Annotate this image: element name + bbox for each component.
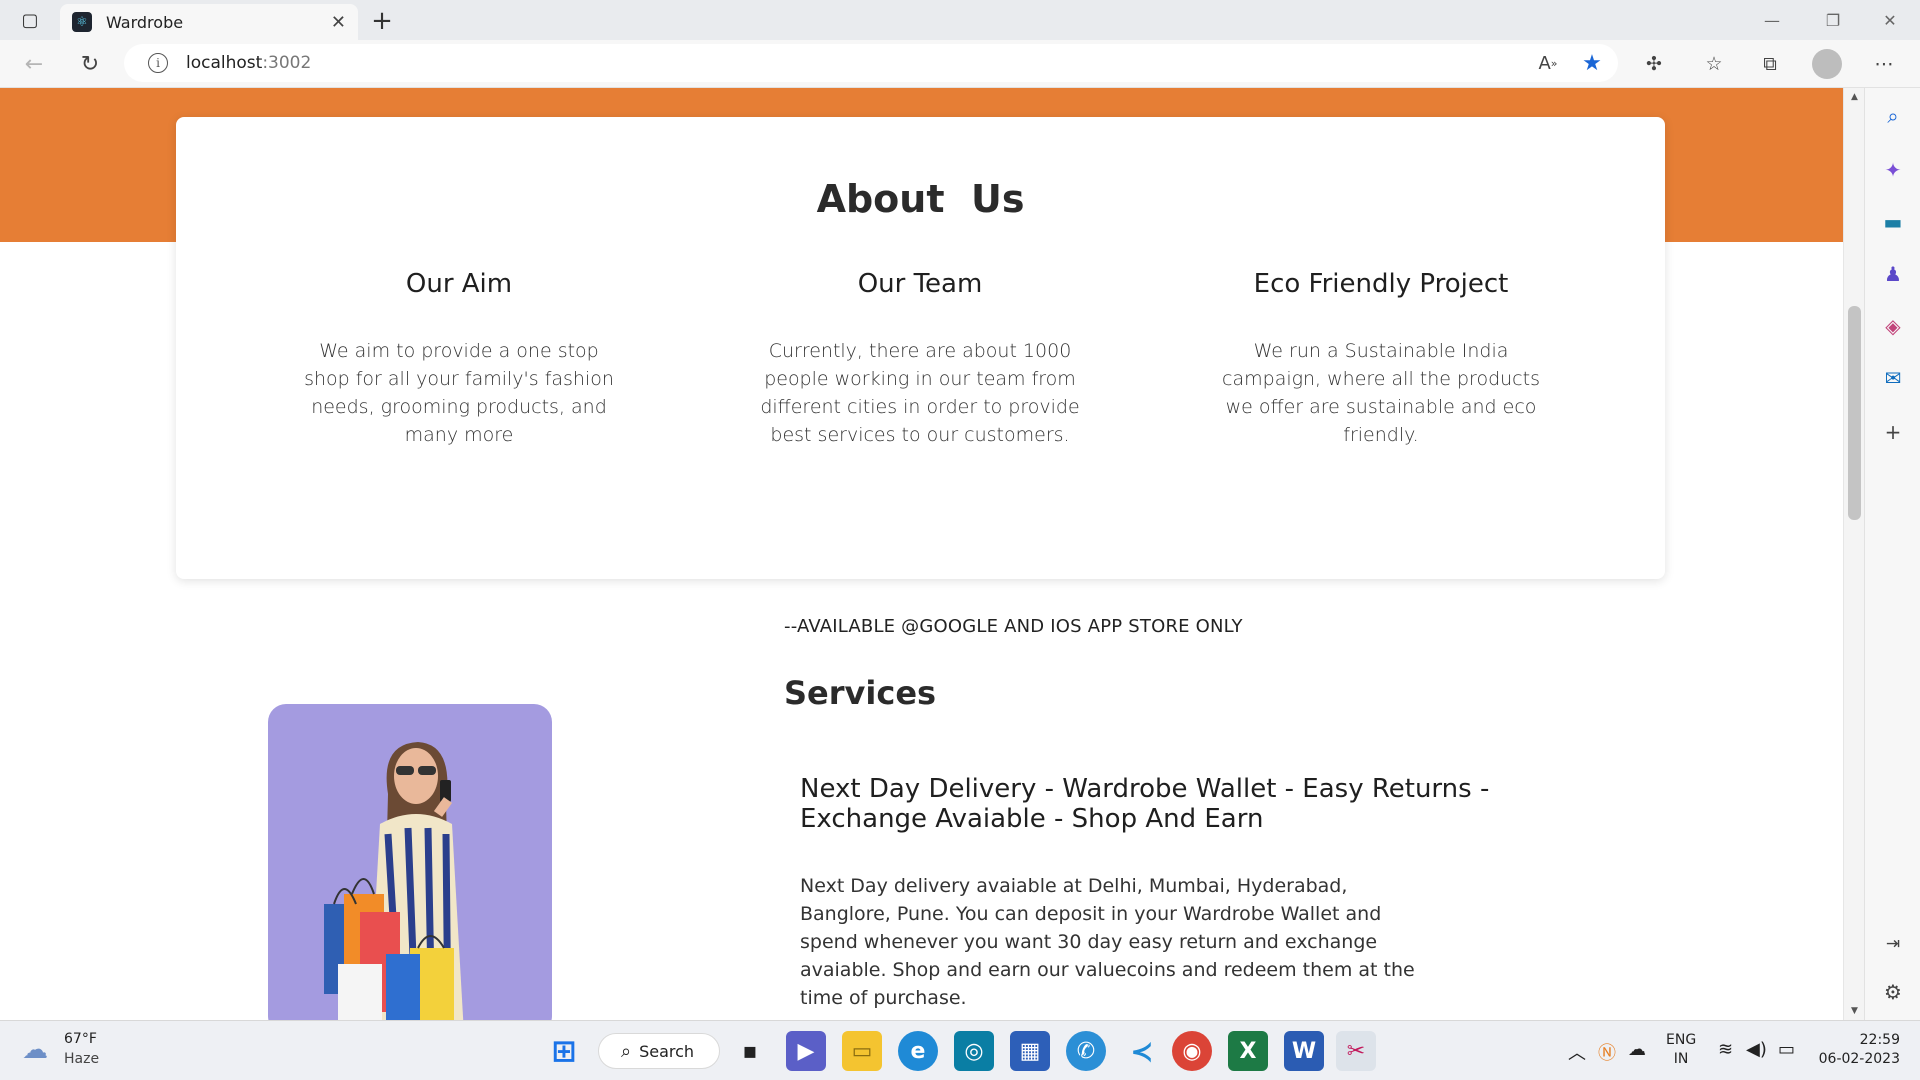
chrome-icon[interactable]: ◉ [1172, 1031, 1212, 1071]
tools-icon[interactable]: ▬ [1875, 204, 1911, 240]
address-bar[interactable]: i localhost:3002 A» ★ [124, 44, 1618, 82]
taskbar-search[interactable]: ⌕ Search [598, 1033, 720, 1069]
weather-haze-icon[interactable]: ☁ [22, 1035, 56, 1065]
collections-icon[interactable]: ⧉ [1752, 48, 1788, 80]
services-description: Next Day delivery avaiable at Delhi, Mum… [800, 875, 1415, 1009]
add-icon[interactable]: + [1875, 414, 1911, 450]
excel-icon[interactable]: X [1228, 1031, 1268, 1071]
edge-sidebar: ⌕ ✦ ▬ ♟ ◈ ✉ + ⇥ ⚙ [1864, 88, 1920, 1020]
about-column-eco: Eco Friendly Project We run a Sustainabl… [1221, 269, 1541, 449]
browser-titlebar: ▢ ⚛ Wardrobe ✕ + — ❐ ✕ [0, 0, 1920, 40]
page-viewport: About Us Our Aim We aim to provide a one… [0, 88, 1843, 1020]
about-column-text: We run a Sustainable India campaign, whe… [1222, 340, 1540, 446]
vscode-icon[interactable]: ≺ [1122, 1031, 1162, 1071]
language-line-2: IN [1673, 1051, 1689, 1067]
store-icon[interactable]: ▦ [1010, 1031, 1050, 1071]
services-title: Services [784, 674, 937, 712]
react-favicon-icon: ⚛ [72, 12, 92, 32]
address-bar-row: ← ↻ i localhost:3002 A» ★ [0, 40, 1920, 88]
app-store-availability: --AVAILABLE @GOOGLE AND IOS APP STORE ON… [784, 616, 1243, 637]
about-column-text: Currently, there are about 1000 people w… [760, 340, 1080, 446]
system-clock[interactable]: 22:59 06-02-2023 [1818, 1031, 1900, 1069]
tab-close-icon[interactable]: ✕ [331, 12, 346, 33]
settings-gear-icon[interactable]: ⚙ [1875, 974, 1911, 1010]
windows-taskbar: ☁ 67°F Haze ⊞ ⌕ Search ▪ ▶ ▭ e ◎ ▦ ✆ ≺ ◉… [0, 1020, 1920, 1080]
services-subtitle: Next Day Delivery - Wardrobe Wallet - Ea… [800, 774, 1490, 834]
scroll-up-arrow-icon[interactable]: ▲ [1844, 88, 1865, 106]
about-column-team: Our Team Currently, there are about 1000… [760, 269, 1080, 449]
wifi-icon[interactable]: ≋ [1718, 1039, 1733, 1060]
tab-actions-icon[interactable]: ▢ [14, 9, 46, 31]
tray-overflow-chevron-icon[interactable]: ︿ [1568, 1039, 1586, 1065]
language-line-1: ENG [1666, 1032, 1697, 1048]
onedrive-icon[interactable]: ☁ [1628, 1039, 1646, 1060]
weather-description[interactable]: Haze [64, 1051, 99, 1067]
clock-date: 06-02-2023 [1818, 1051, 1900, 1067]
word-icon[interactable]: W [1284, 1031, 1324, 1071]
url-host: localhost [186, 53, 263, 73]
about-us-title: About Us [816, 177, 1025, 221]
taskbar-search-label: Search [639, 1041, 695, 1061]
volume-icon[interactable]: ◀) [1746, 1039, 1767, 1060]
url-text[interactable]: localhost:3002 [186, 53, 1530, 73]
app-icon-2[interactable]: ✆ [1066, 1031, 1106, 1071]
favorites-icon[interactable]: ☆ [1696, 48, 1732, 80]
scroll-down-arrow-icon[interactable]: ▼ [1844, 1002, 1865, 1020]
windows-start-icon[interactable]: ⊞ [544, 1031, 584, 1071]
about-column-text: We aim to provide a one stop shop for al… [304, 340, 614, 446]
app-icon[interactable]: ◎ [954, 1031, 994, 1071]
shopping-woman-image [268, 704, 552, 1020]
file-explorer-icon[interactable]: ▭ [842, 1031, 882, 1071]
teams-icon[interactable]: ▶ [786, 1031, 826, 1071]
shopping-woman-illustration [324, 742, 464, 1020]
weather-temperature[interactable]: 67°F [64, 1031, 97, 1047]
snipping-tool-icon[interactable]: ✂ [1336, 1031, 1376, 1071]
favorite-star-icon[interactable]: ★ [1574, 47, 1610, 79]
outlook-icon[interactable]: ✉ [1875, 360, 1911, 396]
minimize-button[interactable]: — [1744, 4, 1800, 36]
url-port: :3002 [262, 53, 312, 73]
office-icon[interactable]: ◈ [1875, 308, 1911, 344]
taskbar-search-icon: ⌕ [621, 1040, 632, 1062]
games-icon[interactable]: ♟ [1875, 256, 1911, 292]
refresh-icon[interactable]: ↻ [72, 48, 108, 80]
read-aloud-icon[interactable]: A» [1530, 47, 1566, 79]
about-column-aim: Our Aim We aim to provide a one stop sho… [299, 269, 619, 449]
site-info-icon[interactable]: i [148, 53, 168, 73]
profile-avatar[interactable] [1812, 49, 1842, 79]
hide-sidebar-icon[interactable]: ⇥ [1875, 926, 1911, 962]
copilot-icon[interactable]: ✦ [1875, 152, 1911, 188]
about-column-heading: Our Aim [405, 269, 513, 299]
language-indicator[interactable]: ENG IN [1666, 1031, 1696, 1069]
browser-tab[interactable]: ⚛ Wardrobe ✕ [60, 4, 358, 40]
back-icon[interactable]: ← [16, 48, 52, 80]
edge-icon[interactable]: e [898, 1031, 938, 1071]
restore-button[interactable]: ❐ [1805, 4, 1861, 36]
close-window-button[interactable]: ✕ [1862, 4, 1918, 36]
extensions-icon[interactable]: ✣ [1636, 48, 1672, 80]
search-icon[interactable]: ⌕ [1875, 98, 1911, 134]
about-column-heading: Our Team [857, 269, 983, 299]
task-view-icon[interactable]: ▪ [730, 1031, 770, 1071]
page-scrollbar[interactable]: ▲ ▼ [1843, 88, 1864, 1020]
battery-icon[interactable]: ▭ [1778, 1039, 1795, 1060]
about-us-card: About Us Our Aim We aim to provide a one… [176, 117, 1665, 579]
tab-title: Wardrobe [106, 12, 184, 32]
scroll-thumb[interactable] [1848, 306, 1861, 520]
clock-time: 22:59 [1859, 1032, 1900, 1048]
tray-app-icon[interactable]: Ⓝ [1598, 1039, 1616, 1065]
new-tab-button[interactable]: + [366, 6, 398, 36]
about-column-heading: Eco Friendly Project [1253, 269, 1509, 299]
more-menu-icon[interactable]: ⋯ [1866, 48, 1902, 80]
